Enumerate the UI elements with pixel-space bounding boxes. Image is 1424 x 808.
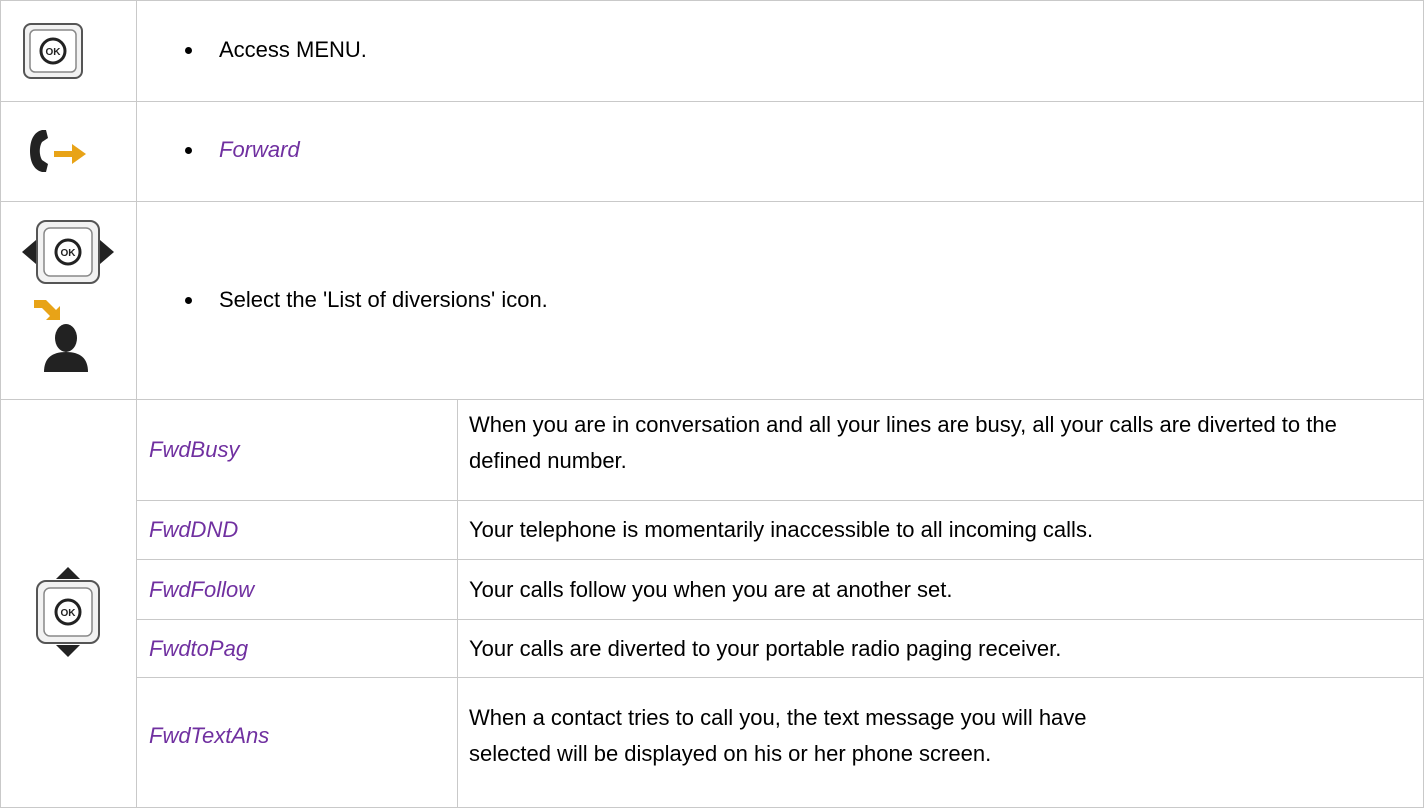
option-desc-fwddnd: Your telephone is momentarily inaccessib… <box>469 517 1094 542</box>
option-label-fwddnd: FwdDND <box>149 517 239 542</box>
instruction-table: OK Access MENU. Forward OK Select the 'L… <box>0 0 1424 808</box>
step-text: Select the 'List of diversions' icon. <box>219 287 548 312</box>
bullet-icon <box>185 46 192 54</box>
bullet-icon <box>185 296 192 304</box>
option-desc-fwdfollow: Your calls follow you when you are at an… <box>469 576 953 602</box>
step-text: Forward <box>219 137 300 162</box>
step-select-diversions: Select the 'List of diversions' icon. <box>185 278 548 322</box>
call-forward-icon <box>28 128 92 179</box>
option-label-fwdfollow: FwdFollow <box>149 576 255 602</box>
svg-text:OK: OK <box>46 47 62 58</box>
navigator-up-down-icon: OK <box>32 565 104 664</box>
step-text: Access MENU. <box>219 37 367 62</box>
step-forward: Forward <box>185 128 300 172</box>
option-label-fwdbusy: FwdBusy <box>149 437 240 462</box>
option-label-fwdtextans: FwdTextAns <box>149 723 270 748</box>
svg-text:OK: OK <box>61 248 77 259</box>
option-desc-fwdbusy: When you are in conversation and all you… <box>469 412 1337 473</box>
svg-text:OK: OK <box>61 608 77 619</box>
option-label-fwdtopag: FwdtoPag <box>149 635 249 661</box>
person-divert-icon <box>30 296 92 379</box>
navigator-left-right-icon: OK <box>20 215 116 296</box>
ok-button-icon: OK <box>22 22 84 85</box>
option-desc-fwdtextans: When a contact tries to call you, the te… <box>469 705 1087 766</box>
option-desc-fwdtopag: Your calls are diverted to your portable… <box>469 635 1062 661</box>
bullet-icon <box>185 146 192 154</box>
step-access-menu: Access MENU. <box>185 28 367 72</box>
